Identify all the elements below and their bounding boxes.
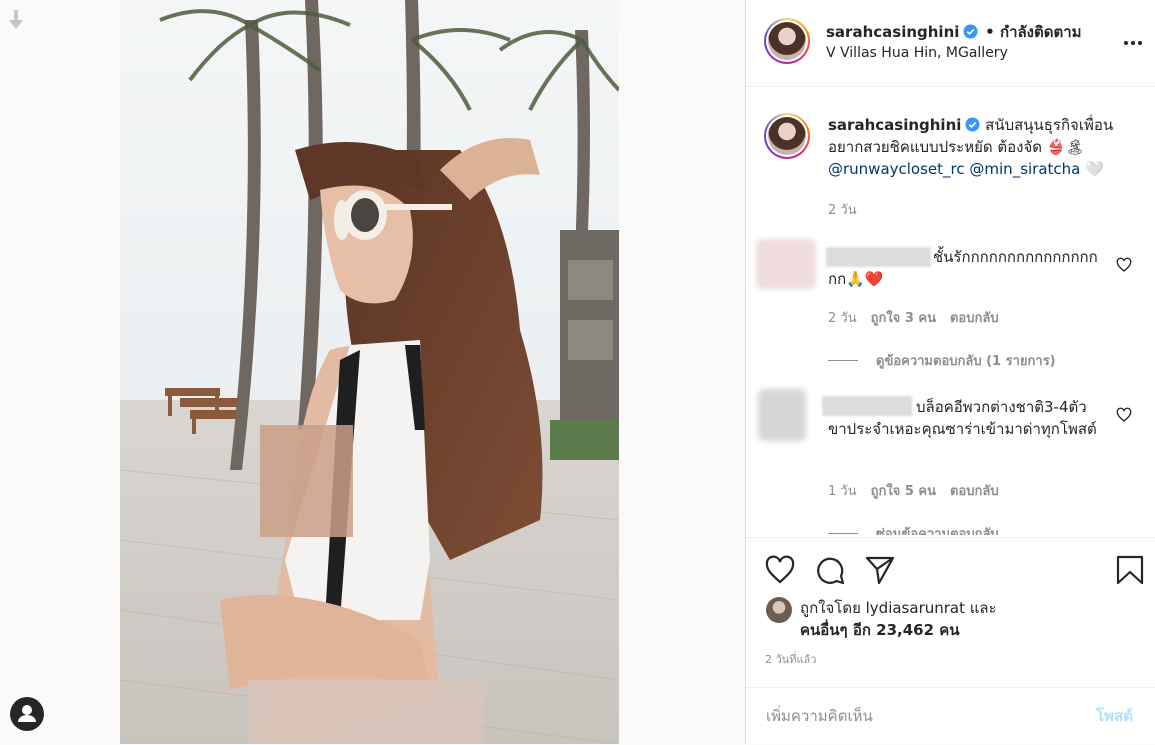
post-button[interactable]: โพสต์ [1096, 704, 1133, 728]
post-panel: sarahcasinghini • กำลังติดตาม V Villas H… [745, 0, 1155, 744]
author-line: sarahcasinghini • กำลังติดตาม [826, 20, 1082, 44]
comment-time[interactable]: 1 วัน [828, 484, 857, 499]
reply-button[interactable]: ตอบกลับ [950, 484, 999, 499]
liked-by[interactable]: ถูกใจโดย lydiasarunrat และ [800, 596, 997, 620]
post-actions: ถูกใจโดย lydiasarunrat และ คนอื่นๆ อีก 2… [746, 537, 1155, 688]
verified-icon [963, 24, 978, 39]
heart-icon[interactable] [1116, 257, 1132, 273]
caption-time[interactable]: 2 วัน [828, 199, 857, 220]
add-comment-bar: โพสต์ [746, 687, 1155, 745]
arrow-down-icon[interactable] [8, 10, 24, 30]
view-replies[interactable]: ดูข้อความตอบกลับ (1 รายการ) [828, 350, 1056, 371]
share-icon[interactable] [864, 554, 896, 586]
verified-icon [965, 117, 980, 132]
avatar[interactable] [758, 389, 806, 441]
caption-author[interactable]: sarahcasinghini [828, 116, 961, 134]
comment-meta: 2 วัน ถูกใจ 3 คน ตอบกลับ [828, 307, 999, 328]
comment-input[interactable] [764, 702, 1068, 730]
post-photo[interactable] [120, 0, 619, 744]
caption-emoji: 🤍 [1085, 160, 1104, 178]
comment-text: ชั้นรักกกกกกกกกกกกกกกกก🙏❤️ [828, 248, 1098, 288]
bookmark-icon[interactable] [1114, 554, 1146, 586]
likes-count[interactable]: คนอื่นๆ อีก 23,462 คน [800, 618, 960, 642]
post-date[interactable]: 2 วันที่แล้ว [765, 650, 816, 668]
heart-icon[interactable] [1116, 407, 1132, 423]
heart-icon[interactable] [764, 554, 796, 586]
comment-likes[interactable]: ถูกใจ 5 คน [871, 484, 936, 499]
author-avatar[interactable] [764, 18, 810, 64]
follow-state[interactable]: • กำลังติดตาม [985, 23, 1081, 41]
comment-time[interactable]: 2 วัน [828, 311, 857, 326]
caption-avatar[interactable] [764, 113, 810, 159]
reply-button[interactable]: ตอบกลับ [950, 311, 999, 326]
comments-list[interactable]: sarahcasinghini สนับสนุนธุรกิจเพื่อนอยาก… [746, 87, 1155, 535]
post-header: sarahcasinghini • กำลังติดตาม V Villas H… [746, 0, 1155, 87]
comment-likes[interactable]: ถูกใจ 3 คน [871, 311, 936, 326]
comment-text: บล็อคอีพวกต่างชาติ3-4ตัวขาประจำเหอะคุณซา… [828, 398, 1097, 438]
mention-link[interactable]: @runwaycloset_rc [828, 160, 965, 178]
liker-avatar[interactable] [766, 597, 792, 623]
mention-link[interactable]: @min_siratcha [969, 160, 1080, 178]
comment-meta: 1 วัน ถูกใจ 5 คน ตอบกลับ [828, 480, 999, 501]
comment-icon[interactable] [814, 554, 846, 586]
hide-replies[interactable]: ซ่อนข้อความตอบกลับ [828, 523, 999, 535]
caption: sarahcasinghini สนับสนุนธุรกิจเพื่อนอยาก… [828, 114, 1128, 180]
more-icon[interactable] [1122, 32, 1144, 54]
user-icon[interactable] [10, 697, 44, 731]
author-username[interactable]: sarahcasinghini [826, 23, 959, 41]
avatar[interactable] [756, 239, 816, 289]
post-location[interactable]: V Villas Hua Hin, MGallery [826, 45, 1008, 61]
